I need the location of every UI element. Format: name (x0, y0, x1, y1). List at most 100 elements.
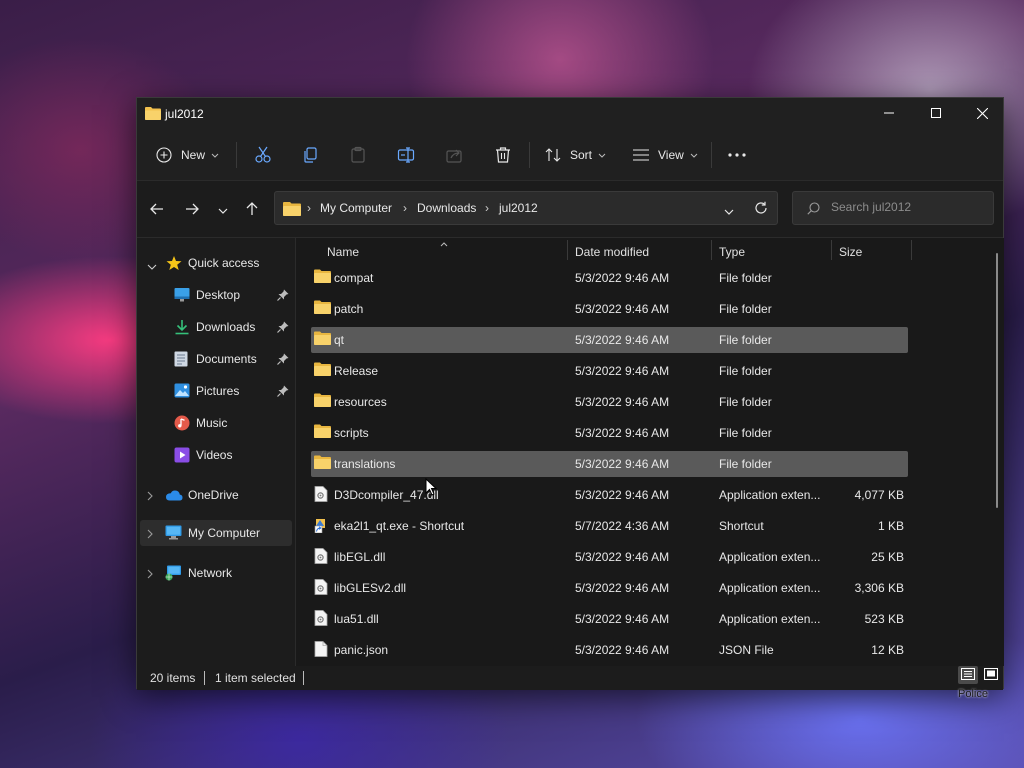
sidebar-item-label: Network (188, 566, 233, 580)
network-icon (165, 565, 182, 584)
table-row[interactable]: lua51.dll 5/3/2022 9:46 AM Application ext… (311, 606, 908, 632)
chevron-down-icon (211, 153, 219, 158)
address-row: › My Computer › Downloads › jul2012 (137, 181, 1003, 238)
sidebar-item-pictures[interactable]: Pictures (137, 378, 293, 404)
sidebar-item-label: Documents (196, 352, 257, 366)
cut-button[interactable] (254, 130, 272, 180)
table-row[interactable]: resources 5/3/2022 9:46 AM File folder (311, 389, 908, 415)
column-header-type[interactable]: Type (712, 238, 830, 262)
table-row[interactable]: eka2l1_qt.exe - Shortcut 5/7/2022 4:36 AM… (311, 513, 908, 539)
table-row[interactable]: libGLESv2.dll 5/3/2022 9:46 AM Application… (311, 575, 908, 601)
folder-icon (314, 269, 331, 286)
search-box[interactable] (792, 191, 994, 225)
sidebar-item-documents[interactable]: Documents (137, 346, 293, 372)
documents-icon (174, 351, 188, 370)
address-history-dropdown[interactable] (724, 204, 734, 218)
large-icons-view-button[interactable] (981, 666, 1001, 684)
share-button[interactable] (445, 130, 463, 180)
view-button[interactable]: View (633, 130, 698, 180)
search-icon (807, 202, 820, 218)
title-bar: jul2012 (137, 98, 1003, 130)
details-view-icon (961, 667, 975, 683)
chevron-down-icon (147, 259, 157, 273)
table-row[interactable]: translations 5/3/2022 9:46 AM File folder (311, 451, 908, 477)
file-type: JSON File (719, 643, 774, 657)
file-date-modified: 5/3/2022 9:46 AM (575, 333, 670, 347)
minimize-button[interactable] (866, 98, 912, 128)
file-size: 25 KB (871, 550, 904, 564)
search-input[interactable] (831, 200, 981, 214)
close-button[interactable] (959, 98, 1005, 128)
pin-icon (277, 321, 289, 336)
sidebar-item-videos[interactable]: Videos (137, 442, 293, 468)
refresh-icon[interactable] (754, 201, 768, 218)
file-type: Application exten... (719, 612, 821, 626)
folder-icon (314, 455, 331, 472)
sidebar-item-desktop[interactable]: Desktop (137, 282, 293, 308)
sidebar-item-label: Quick access (188, 256, 260, 270)
more-options-button[interactable] (728, 130, 746, 180)
file-date-modified: 5/3/2022 9:46 AM (575, 643, 670, 657)
sidebar-item-quick-access[interactable]: Quick access (137, 250, 293, 276)
sidebar-item-downloads[interactable]: Downloads (137, 314, 293, 340)
table-row[interactable]: patch 5/3/2022 9:46 AM File folder (311, 296, 908, 322)
column-header-size[interactable]: Size (832, 238, 910, 262)
file-type: Application exten... (719, 581, 821, 595)
column-divider[interactable] (911, 240, 912, 260)
back-button[interactable] (147, 201, 167, 219)
folder-icon (283, 201, 301, 219)
copy-button[interactable] (302, 130, 320, 180)
table-row[interactable]: compat 5/3/2022 9:46 AM File folder (311, 265, 908, 291)
navigation-pane: Quick access Desktop Downloads Documents… (137, 238, 295, 666)
file-date-modified: 5/3/2022 9:46 AM (575, 271, 670, 285)
address-bar[interactable]: › My Computer › Downloads › jul2012 (274, 191, 778, 225)
file-name: compat (334, 271, 374, 285)
table-row[interactable]: scripts 5/3/2022 9:46 AM File folder (311, 420, 908, 446)
column-header-date[interactable]: Date modified (568, 238, 710, 262)
file-type: Shortcut (719, 519, 764, 533)
sidebar-item-onedrive[interactable]: OneDrive (137, 482, 293, 508)
more-icon (728, 153, 746, 157)
rename-button[interactable] (397, 130, 415, 180)
delete-button[interactable] (494, 130, 512, 180)
chevron-right-icon (147, 568, 153, 582)
dll-file-icon (314, 610, 328, 629)
table-row[interactable]: qt 5/3/2022 9:46 AM File folder (311, 327, 908, 353)
sidebar-item-music[interactable]: Music (137, 410, 293, 436)
sort-button[interactable]: Sort (545, 130, 606, 180)
file-date-modified: 5/3/2022 9:46 AM (575, 550, 670, 564)
table-row[interactable]: D3Dcompiler_47.dll 5/3/2022 9:46 AM Applic… (311, 482, 908, 508)
vertical-scrollbar[interactable] (996, 253, 998, 508)
paste-button[interactable] (349, 130, 367, 180)
table-row[interactable]: panic.json 5/3/2022 9:46 AM JSON File 12 KB (311, 637, 908, 663)
file-date-modified: 5/3/2022 9:46 AM (575, 581, 670, 595)
file-name: qt (334, 333, 345, 347)
toolbar-divider (236, 142, 237, 168)
breadcrumb-jul2012[interactable]: jul2012 (499, 201, 538, 215)
table-row[interactable]: Release 5/3/2022 9:46 AM File folder (311, 358, 908, 384)
recent-locations-button[interactable] (213, 201, 233, 219)
forward-button[interactable] (182, 201, 202, 219)
sort-label: Sort (570, 148, 593, 162)
up-button[interactable] (242, 201, 262, 219)
file-explorer-window: jul2012 New Sort View › My Computer › Do… (136, 97, 1004, 690)
file-size: 1 KB (877, 519, 904, 533)
rename-icon (397, 146, 415, 164)
breadcrumb-my-computer[interactable]: My Computer (320, 201, 392, 215)
breadcrumb-downloads[interactable]: Downloads (417, 201, 476, 215)
file-name: lua51.dll (334, 612, 379, 626)
details-view-button[interactable] (958, 666, 978, 684)
file-name: resources (334, 395, 387, 409)
sidebar-item-network[interactable]: Network (137, 560, 293, 586)
videos-icon (174, 447, 190, 466)
table-row[interactable]: libEGL.dll 5/3/2022 9:46 AM Application ex… (311, 544, 908, 570)
column-header-name[interactable]: Name (311, 238, 566, 262)
folder-icon (314, 393, 331, 410)
maximize-button[interactable] (913, 98, 959, 128)
new-button[interactable]: New (156, 130, 219, 180)
arrow-up-icon (246, 201, 258, 219)
pin-icon (277, 385, 289, 400)
item-count: 20 items (150, 671, 196, 685)
file-date-modified: 5/3/2022 9:46 AM (575, 426, 670, 440)
sidebar-item-my-computer[interactable]: My Computer (140, 520, 292, 546)
